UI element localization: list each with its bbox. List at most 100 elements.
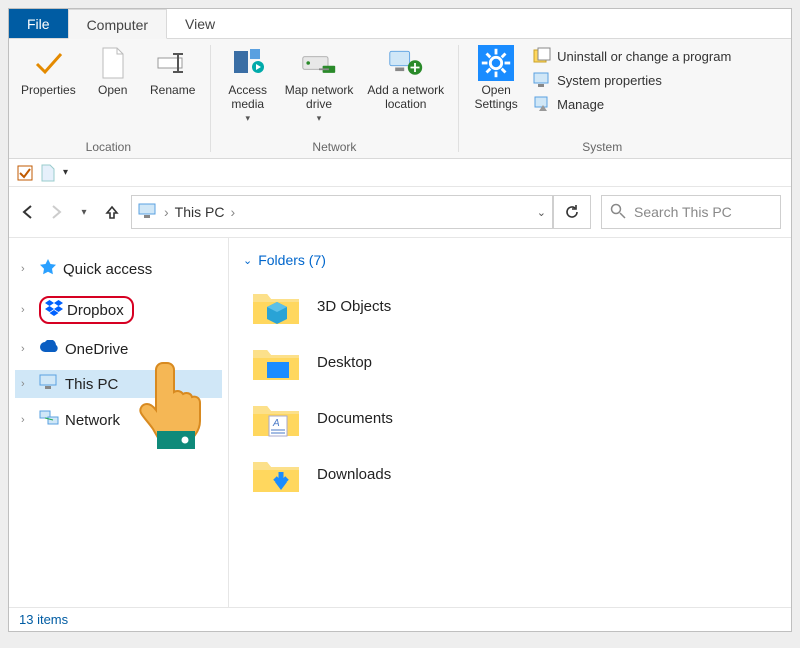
tree-network[interactable]: › Network xyxy=(15,406,222,434)
item-label: Documents xyxy=(317,410,393,427)
section-header-folders[interactable]: ⌄ Folders (7) xyxy=(243,252,777,268)
check-icon xyxy=(30,45,66,81)
group-label-system: System xyxy=(469,138,735,156)
navigation-toolbar: ▾ › This PC › ⌄ Search This PC xyxy=(9,187,791,238)
chevron-right-icon: › xyxy=(230,204,235,220)
up-button[interactable] xyxy=(103,203,121,221)
map-network-drive-button[interactable]: Map network drive ▾ xyxy=(281,43,358,126)
tree-label: Dropbox xyxy=(67,302,124,319)
annotation-highlight: Dropbox xyxy=(39,296,134,324)
address-bar[interactable]: › This PC › ⌄ xyxy=(131,195,553,229)
media-server-icon xyxy=(230,45,266,81)
page-icon[interactable] xyxy=(41,164,55,182)
explorer-body: › Quick access › Dropbox › OneDrive › Th… xyxy=(9,238,791,607)
gear-icon xyxy=(478,45,514,81)
open-label: Open xyxy=(98,83,127,97)
add-location-label: Add a network location xyxy=(367,83,444,111)
folder-desktop[interactable]: Desktop xyxy=(243,334,777,390)
folder-documents[interactable]: A Documents xyxy=(243,390,777,446)
checkbox-selected-icon[interactable] xyxy=(17,165,33,181)
sysprops-label: System properties xyxy=(557,73,662,88)
uninstall-icon xyxy=(533,47,551,65)
status-bar: 13 items xyxy=(9,607,791,631)
tree-quick-access[interactable]: › Quick access xyxy=(15,254,222,284)
tab-computer[interactable]: Computer xyxy=(68,9,167,39)
rename-button[interactable]: Rename xyxy=(146,43,200,99)
manage-button[interactable]: Manage xyxy=(529,93,735,115)
item-label: 3D Objects xyxy=(317,298,391,315)
manage-label: Manage xyxy=(557,97,604,112)
group-label-location: Location xyxy=(17,138,200,156)
ribbon-group-location: Properties Open Rename Location xyxy=(9,39,208,158)
folder-downloads[interactable]: Downloads xyxy=(243,446,777,502)
tree-this-pc[interactable]: › This PC xyxy=(15,370,222,398)
ribbon: Properties Open Rename Location xyxy=(9,39,791,159)
navigation-pane: › Quick access › Dropbox › OneDrive › Th… xyxy=(9,238,229,607)
access-media-button[interactable]: Access media ▾ xyxy=(221,43,275,126)
open-settings-button[interactable]: Open Settings xyxy=(469,43,523,113)
network-drive-icon xyxy=(301,45,337,81)
tree-label: OneDrive xyxy=(65,341,128,358)
folder-icon xyxy=(251,452,301,496)
pc-icon xyxy=(39,374,59,394)
item-label: Desktop xyxy=(317,354,372,371)
open-settings-label: Open Settings xyxy=(474,83,517,111)
svg-text:A: A xyxy=(272,418,280,429)
group-label-network: Network xyxy=(221,138,448,156)
cloud-icon xyxy=(39,340,59,358)
star-icon xyxy=(39,258,57,280)
folder-icon: A xyxy=(251,396,301,440)
ribbon-group-network: Access media ▾ Map network drive ▾ Add a… xyxy=(213,39,456,158)
chevron-down-icon[interactable]: ⌄ xyxy=(537,206,546,219)
tree-dropbox[interactable]: › Dropbox xyxy=(15,292,222,328)
tree-label: Quick access xyxy=(63,261,152,278)
chevron-down-icon: ▾ xyxy=(245,113,250,124)
add-network-location-button[interactable]: Add a network location xyxy=(363,43,448,113)
folder-3d-objects[interactable]: 3D Objects xyxy=(243,278,777,334)
chevron-down-icon[interactable]: ▾ xyxy=(63,167,68,178)
explorer-window: File Computer View Properties Open xyxy=(8,8,792,632)
system-properties-button[interactable]: System properties xyxy=(529,69,735,91)
add-network-icon xyxy=(388,45,424,81)
properties-label: Properties xyxy=(21,83,76,97)
breadcrumb-this-pc[interactable]: This PC xyxy=(175,204,225,220)
chevron-down-icon: ▾ xyxy=(317,113,322,124)
rename-icon xyxy=(155,45,191,81)
group-separator xyxy=(458,45,459,152)
manage-icon xyxy=(533,95,551,113)
tab-view[interactable]: View xyxy=(167,9,233,38)
tree-label: Network xyxy=(65,412,120,429)
chevron-down-icon: ⌄ xyxy=(243,254,252,267)
chevron-right-icon: › xyxy=(21,414,33,426)
ribbon-group-system: Open Settings Uninstall or change a prog… xyxy=(461,39,743,158)
content-pane: ⌄ Folders (7) 3D Objects Desktop A Docum… xyxy=(229,238,791,607)
section-label: Folders (7) xyxy=(258,252,326,268)
search-box[interactable]: Search This PC xyxy=(601,195,781,229)
refresh-button[interactable] xyxy=(553,195,591,229)
quick-access-toolbar: ▾ xyxy=(9,159,791,187)
page-icon xyxy=(95,45,131,81)
forward-button[interactable] xyxy=(47,203,65,221)
back-button[interactable] xyxy=(19,203,37,221)
dropbox-icon xyxy=(45,300,63,320)
system-properties-icon xyxy=(533,71,551,89)
item-label: Downloads xyxy=(317,466,391,483)
open-button[interactable]: Open xyxy=(86,43,140,99)
search-placeholder: Search This PC xyxy=(634,204,732,220)
access-media-label: Access media xyxy=(228,83,267,111)
pc-icon xyxy=(138,203,158,222)
uninstall-program-button[interactable]: Uninstall or change a program xyxy=(529,45,735,67)
tree-onedrive[interactable]: › OneDrive xyxy=(15,336,222,362)
rename-label: Rename xyxy=(150,83,195,97)
search-icon xyxy=(610,203,626,222)
map-drive-label: Map network drive xyxy=(285,83,354,111)
chevron-right-icon: › xyxy=(21,263,33,275)
ribbon-tabs: File Computer View xyxy=(9,9,791,39)
folder-icon xyxy=(251,284,301,328)
properties-button[interactable]: Properties xyxy=(17,43,80,99)
tree-label: This PC xyxy=(65,376,118,393)
tab-file[interactable]: File xyxy=(9,9,68,38)
recent-locations-button[interactable]: ▾ xyxy=(75,203,93,221)
chevron-right-icon: › xyxy=(21,378,33,390)
network-icon xyxy=(39,410,59,430)
